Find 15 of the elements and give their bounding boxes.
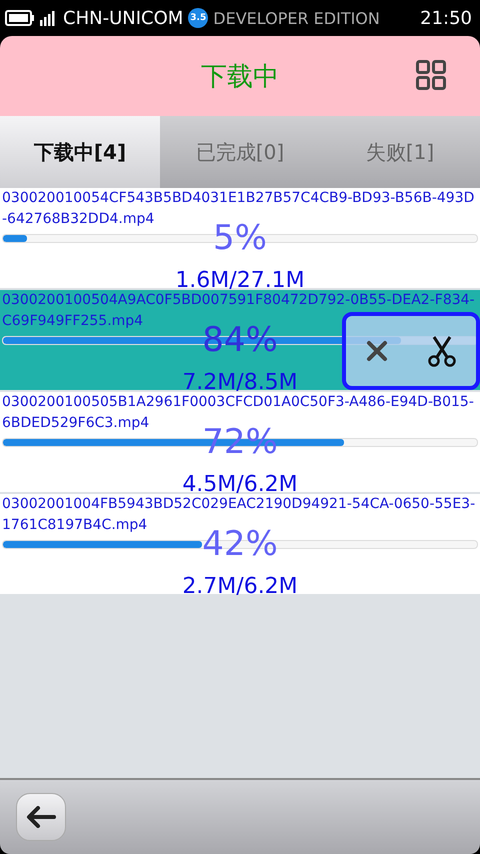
grid-icon: [416, 60, 446, 90]
cancel-button[interactable]: [366, 340, 388, 362]
version-badge: 3.5: [188, 8, 208, 28]
tab[interactable]: 下载中[4]: [0, 116, 160, 188]
clock: 21:50: [420, 8, 472, 28]
battery-icon: [5, 10, 35, 26]
edition-label: DEVELOPER EDITION: [213, 8, 380, 28]
page-title: 下载中: [201, 60, 279, 94]
carrier-name: CHN-UNICOM: [63, 8, 184, 28]
back-arrow-icon: [26, 806, 56, 828]
scissors-icon: [426, 335, 456, 367]
grid-menu-button[interactable]: [416, 60, 446, 90]
back-button[interactable]: [16, 793, 66, 841]
cut-button[interactable]: [426, 335, 456, 367]
close-icon: [366, 340, 388, 362]
